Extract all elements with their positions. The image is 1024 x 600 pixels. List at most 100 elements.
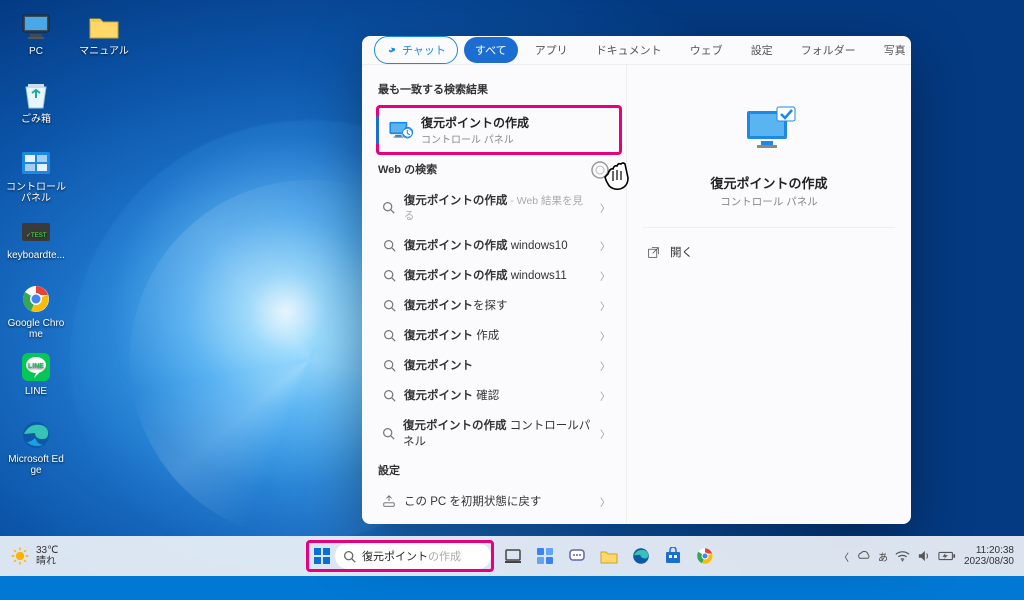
tray-wifi-icon[interactable] [895, 550, 910, 562]
search-typed-text: 復元ポイント [362, 551, 428, 563]
tray-battery-icon[interactable] [938, 551, 956, 561]
chevron-right-icon: 〉 [600, 358, 616, 373]
desktop-icon-manual[interactable]: マニュアル [74, 6, 134, 74]
search-icon [382, 358, 396, 372]
search-tabs: チャット すべて アプリ ドキュメント ウェブ 設定 フォルダー 写真 ⋯ [362, 36, 911, 65]
taskbar-explorer[interactable] [596, 543, 622, 569]
search-icon [382, 238, 396, 252]
best-match-subtitle: コントロール パネル [421, 131, 529, 146]
search-icon [382, 201, 396, 215]
chevron-right-icon: 〉 [600, 388, 616, 403]
best-match-title: 復元ポイントの作成 [421, 114, 529, 131]
taskbar-chat[interactable] [564, 543, 590, 569]
tray-ime[interactable]: あ [878, 549, 888, 564]
web-result-4[interactable]: 復元ポイント 作成〉 [376, 320, 622, 350]
search-icon [382, 426, 395, 440]
chevron-right-icon: 〉 [600, 426, 616, 441]
tab-apps[interactable]: アプリ [524, 37, 579, 63]
desktop-icon-label: PC [29, 46, 43, 57]
desktop-icon-label: Microsoft Edge [6, 454, 66, 476]
tab-all[interactable]: すべて [464, 37, 518, 63]
svg-text:LINE: LINE [28, 363, 44, 370]
settings-results-header: 設定 [378, 462, 622, 478]
search-detail-pane: 復元ポイントの作成 コントロール パネル 開く [626, 65, 911, 524]
search-icon [343, 550, 356, 563]
chevron-right-icon: 〉 [600, 200, 616, 215]
search-icon [382, 328, 396, 342]
taskbar-center: 復元ポイントの作成 [306, 540, 718, 572]
search-ghost-text: の作成 [428, 551, 461, 563]
weather-temp: 33℃ [36, 545, 58, 556]
reset-icon [382, 494, 396, 508]
clock-date: 2023/08/30 [964, 556, 1014, 568]
taskbar: 33℃ 晴れ 復元ポイントの作成 〈 あ [0, 536, 1024, 576]
search-panel: チャット すべて アプリ ドキュメント ウェブ 設定 フォルダー 写真 ⋯ 最も… [362, 36, 911, 524]
web-result-3[interactable]: 復元ポイントを探す〉 [376, 290, 622, 320]
chevron-right-icon: 〉 [600, 494, 616, 509]
chevron-right-icon: 〉 [600, 268, 616, 283]
desktop-icon-label: Google Chrome [6, 318, 66, 340]
taskbar-task-view[interactable] [500, 543, 526, 569]
desktop-icon-label: ごみ箱 [21, 114, 51, 125]
desktop-icon-label: LINE [25, 386, 47, 397]
settings-result-reset-pc[interactable]: この PC を初期状態に戻す 〉 [376, 486, 622, 516]
tab-web[interactable]: ウェブ [679, 37, 734, 63]
start-button[interactable] [309, 543, 335, 569]
tab-documents[interactable]: ドキュメント [585, 37, 673, 63]
web-result-2[interactable]: 復元ポイントの作成 windows11〉 [376, 260, 622, 290]
weather-desc: 晴れ [36, 556, 58, 567]
detail-icon [737, 103, 801, 159]
taskbar-chrome[interactable] [692, 543, 718, 569]
desktop-icon-line[interactable]: LINE LINE [6, 346, 66, 414]
taskbar-store[interactable] [660, 543, 686, 569]
desktop-icon-edge[interactable]: Microsoft Edge [6, 414, 66, 482]
web-result-7[interactable]: 復元ポイントの作成 コントロールパネル〉 [376, 410, 622, 456]
search-icon [382, 268, 396, 282]
bing-chat-icon [386, 44, 398, 56]
web-result-0[interactable]: 復元ポイントの作成 - Web 結果を見る〉 [376, 185, 622, 230]
web-result-6[interactable]: 復元ポイント 確認〉 [376, 380, 622, 410]
desktop-icon-keyboardtest[interactable]: ✓TEST keyboardte... [6, 210, 66, 278]
desktop-icon-chrome[interactable]: Google Chrome [6, 278, 66, 346]
detail-title: 復元ポイントの作成 [710, 173, 827, 192]
system-restore-icon [387, 119, 413, 141]
desktop-icon-control-panel[interactable]: コントロール パネル [6, 142, 66, 210]
taskbar-weather[interactable]: 33℃ 晴れ [10, 545, 58, 567]
detail-subtitle: コントロール パネル [720, 194, 817, 209]
search-icon [382, 388, 396, 402]
tab-settings[interactable]: 設定 [740, 37, 784, 63]
tab-photos[interactable]: 写真 [873, 37, 911, 63]
best-match-header: 最も一致する検索結果 [378, 81, 622, 97]
taskbar-tray: 〈 あ 11:20:38 2023/08/30 [839, 545, 1024, 568]
taskbar-edge[interactable] [628, 543, 654, 569]
web-result-1[interactable]: 復元ポイントの作成 windows10〉 [376, 230, 622, 260]
detail-action-open[interactable]: 開く [643, 238, 697, 266]
tray-volume-icon[interactable] [917, 550, 931, 562]
sun-icon [10, 546, 30, 566]
tray-onedrive-icon[interactable] [856, 550, 871, 562]
search-icon [382, 298, 396, 312]
desktop-icons-area: PC マニュアル ごみ箱 コントロール パネル ✓TEST keyboardte… [6, 6, 134, 482]
svg-text:✓TEST: ✓TEST [26, 233, 47, 239]
desktop-icon-label: keyboardte... [7, 250, 65, 261]
chevron-right-icon: 〉 [600, 328, 616, 343]
desktop-icon-recycle[interactable]: ごみ箱 [6, 74, 66, 142]
taskbar-search-highlight: 復元ポイントの作成 [306, 540, 494, 572]
chevron-right-icon: 〉 [600, 238, 616, 253]
web-results-header: Web の検索 [378, 161, 622, 177]
tray-chevron-icon[interactable]: 〈 [839, 549, 849, 564]
web-result-5[interactable]: 復元ポイント〉 [376, 350, 622, 380]
tab-chat[interactable]: チャット [374, 36, 458, 64]
taskbar-clock[interactable]: 11:20:38 2023/08/30 [964, 545, 1014, 568]
taskbar-search-box[interactable]: 復元ポイントの作成 [335, 543, 491, 569]
tab-folders[interactable]: フォルダー [790, 37, 867, 63]
taskbar-widgets[interactable] [532, 543, 558, 569]
desktop-icon-label: コントロール パネル [6, 182, 66, 204]
search-results-list: 最も一致する検索結果 復元ポイントの作成 コントロール パネル Web の検索 … [362, 65, 626, 524]
clock-time: 11:20:38 [964, 545, 1014, 557]
best-match-result[interactable]: 復元ポイントの作成 コントロール パネル [376, 105, 622, 155]
open-icon [647, 246, 660, 259]
desktop-icon-pc[interactable]: PC [6, 6, 66, 74]
desktop-icon-label: マニュアル [79, 46, 129, 57]
chevron-right-icon: 〉 [600, 298, 616, 313]
